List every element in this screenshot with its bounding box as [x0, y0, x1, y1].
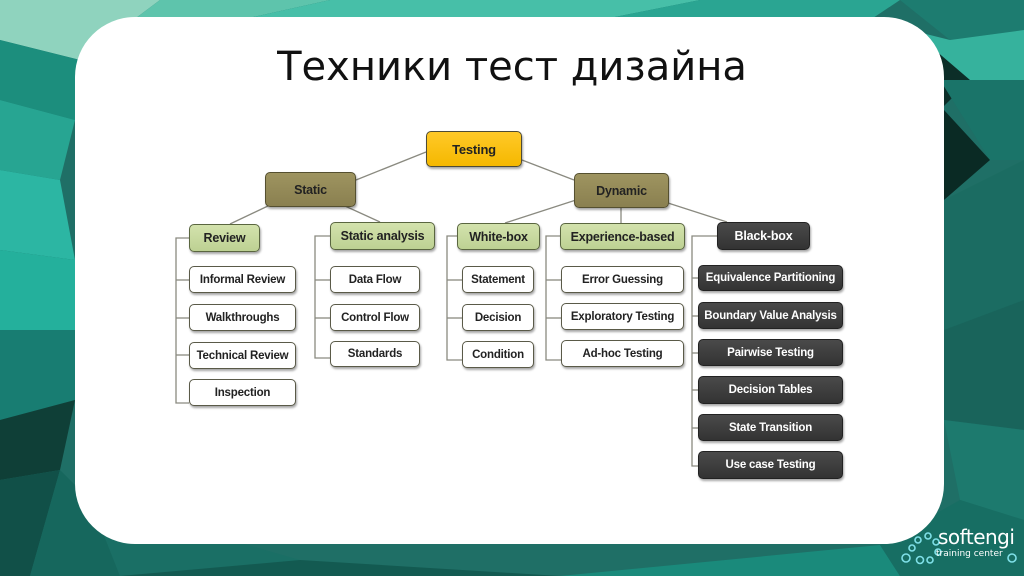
leaf-label: Data Flow [348, 273, 402, 286]
node-experience-based: Experience-based [560, 223, 685, 250]
whitebox-bracket [446, 235, 462, 361]
node-white-box: White-box [457, 223, 540, 250]
connector-testing-dynamic [521, 159, 575, 181]
leaf-standards: Standards [330, 341, 420, 367]
leaf-label: Inspection [214, 386, 271, 399]
leaf-label: Decision [474, 311, 522, 324]
leaf-label: Use case Testing [725, 459, 816, 471]
node-static: Static [265, 172, 356, 207]
leaf-technical-review: Technical Review [189, 342, 296, 369]
review-bracket [175, 237, 189, 404]
leaf-label: Condition [472, 348, 524, 361]
leaf-walkthroughs: Walkthroughs [189, 304, 296, 331]
analysis-bracket [314, 235, 330, 359]
leaf-use-case-testing: Use case Testing [698, 451, 843, 479]
leaf-label: Equivalence Partitioning [705, 272, 836, 284]
leaf-label: Error Guessing [582, 273, 663, 286]
leaf-error-guessing: Error Guessing [561, 266, 684, 293]
leaf-data-flow: Data Flow [330, 266, 420, 293]
leaf-label: Ad-hoc Testing [582, 347, 663, 360]
connector-static-analysis [344, 205, 381, 223]
experience-bracket [545, 235, 561, 361]
connector-dynamic-whitebox [504, 199, 577, 224]
leaf-condition: Condition [462, 341, 534, 368]
leaf-informal-review: Informal Review [189, 266, 296, 293]
connector-static-review [229, 204, 271, 225]
leaf-label: Technical Review [196, 349, 289, 362]
leaf-pairwise-testing: Pairwise Testing [698, 339, 843, 366]
leaf-state-transition: State Transition [698, 414, 843, 441]
leaf-boundary-value-analysis: Boundary Value Analysis [698, 302, 843, 329]
leaf-label: Pairwise Testing [727, 346, 814, 359]
node-testing: Testing [426, 131, 522, 167]
leaf-label: Informal Review [199, 273, 286, 286]
logo-tagline: training center [936, 549, 1003, 559]
leaf-label: Statement [471, 273, 525, 286]
leaf-label: Decision Tables [728, 384, 813, 396]
leaf-ad-hoc-testing: Ad-hoc Testing [561, 340, 684, 367]
logo-name: softengi [938, 525, 1015, 549]
leaf-label: Exploratory Testing [570, 310, 675, 323]
leaf-decision-tables: Decision Tables [698, 376, 843, 404]
connector-dynamic-blackbox [667, 202, 728, 223]
leaf-label: Standards [347, 348, 403, 360]
leaf-equivalence-partitioning: Equivalence Partitioning [698, 265, 843, 291]
node-static-analysis: Static analysis [330, 222, 435, 250]
leaf-label: State Transition [728, 421, 813, 434]
leaf-inspection: Inspection [189, 379, 296, 406]
leaf-statement: Statement [462, 266, 534, 293]
node-dynamic: Dynamic [574, 173, 669, 208]
leaf-exploratory-testing: Exploratory Testing [561, 303, 684, 330]
leaf-label: Boundary Value Analysis [704, 309, 837, 322]
node-review: Review [189, 224, 260, 252]
node-black-box: Black-box [717, 222, 810, 250]
connector-testing-static [355, 151, 427, 181]
leaf-label: Control Flow [341, 311, 409, 324]
leaf-label: Walkthroughs [205, 311, 280, 324]
leaf-decision: Decision [462, 304, 534, 331]
leaf-control-flow: Control Flow [330, 304, 420, 331]
